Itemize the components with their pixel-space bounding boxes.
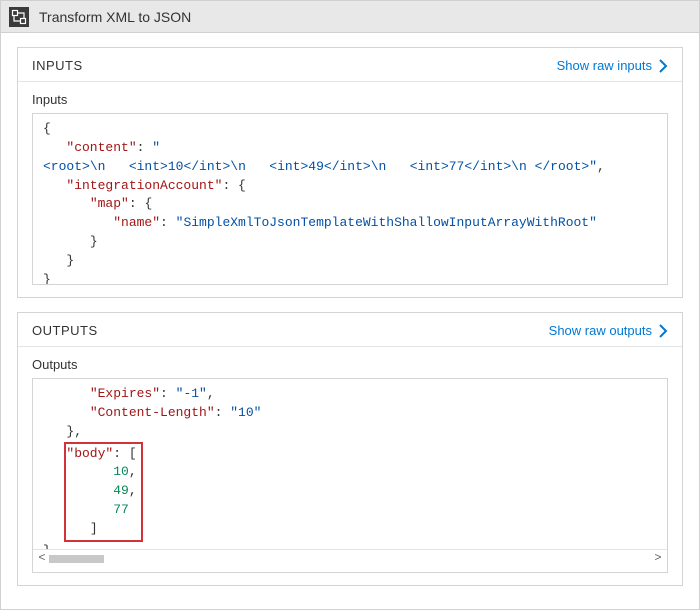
show-raw-outputs-label: Show raw outputs xyxy=(549,323,652,338)
scroll-thumb[interactable] xyxy=(49,555,104,563)
inputs-panel-body: Inputs { "content": " <root>\n <int>10</… xyxy=(18,82,682,297)
panel-header-bar: Transform XML to JSON xyxy=(1,1,699,33)
chevron-right-icon xyxy=(658,59,668,73)
inputs-panel-header: INPUTS Show raw inputs xyxy=(18,48,682,82)
outputs-horizontal-scrollbar[interactable]: < > xyxy=(33,549,667,567)
body-highlight-box: "body": [ 10, 49, 77 ] xyxy=(64,442,142,542)
outputs-code-content[interactable]: "Expires": "-1", "Content-Length": "10" … xyxy=(33,379,667,549)
inputs-code-content[interactable]: { "content": " <root>\n <int>10</int>\n … xyxy=(33,114,667,284)
inputs-code-box: { "content": " <root>\n <int>10</int>\n … xyxy=(32,113,668,285)
show-raw-inputs-label: Show raw inputs xyxy=(557,58,652,73)
chevron-right-icon xyxy=(658,324,668,338)
inputs-section-title: INPUTS xyxy=(32,58,83,73)
page-title: Transform XML to JSON xyxy=(39,9,191,25)
outputs-panel-header: OUTPUTS Show raw outputs xyxy=(18,313,682,347)
transform-icon xyxy=(9,7,29,27)
inputs-box-label: Inputs xyxy=(32,92,668,107)
show-raw-outputs-link[interactable]: Show raw outputs xyxy=(549,323,668,338)
show-raw-inputs-link[interactable]: Show raw inputs xyxy=(557,58,668,73)
scroll-track[interactable] xyxy=(49,553,651,565)
outputs-panel-body: Outputs "Expires": "-1", "Content-Length… xyxy=(18,347,682,585)
outputs-box-label: Outputs xyxy=(32,357,668,372)
scroll-right-icon[interactable]: > xyxy=(651,552,665,566)
outputs-code-box: "Expires": "-1", "Content-Length": "10" … xyxy=(32,378,668,573)
scroll-left-icon[interactable]: < xyxy=(35,552,49,566)
outputs-section-title: OUTPUTS xyxy=(32,323,98,338)
outputs-panel: OUTPUTS Show raw outputs Outputs "Expire… xyxy=(17,312,683,586)
inputs-panel: INPUTS Show raw inputs Inputs { "content… xyxy=(17,47,683,298)
